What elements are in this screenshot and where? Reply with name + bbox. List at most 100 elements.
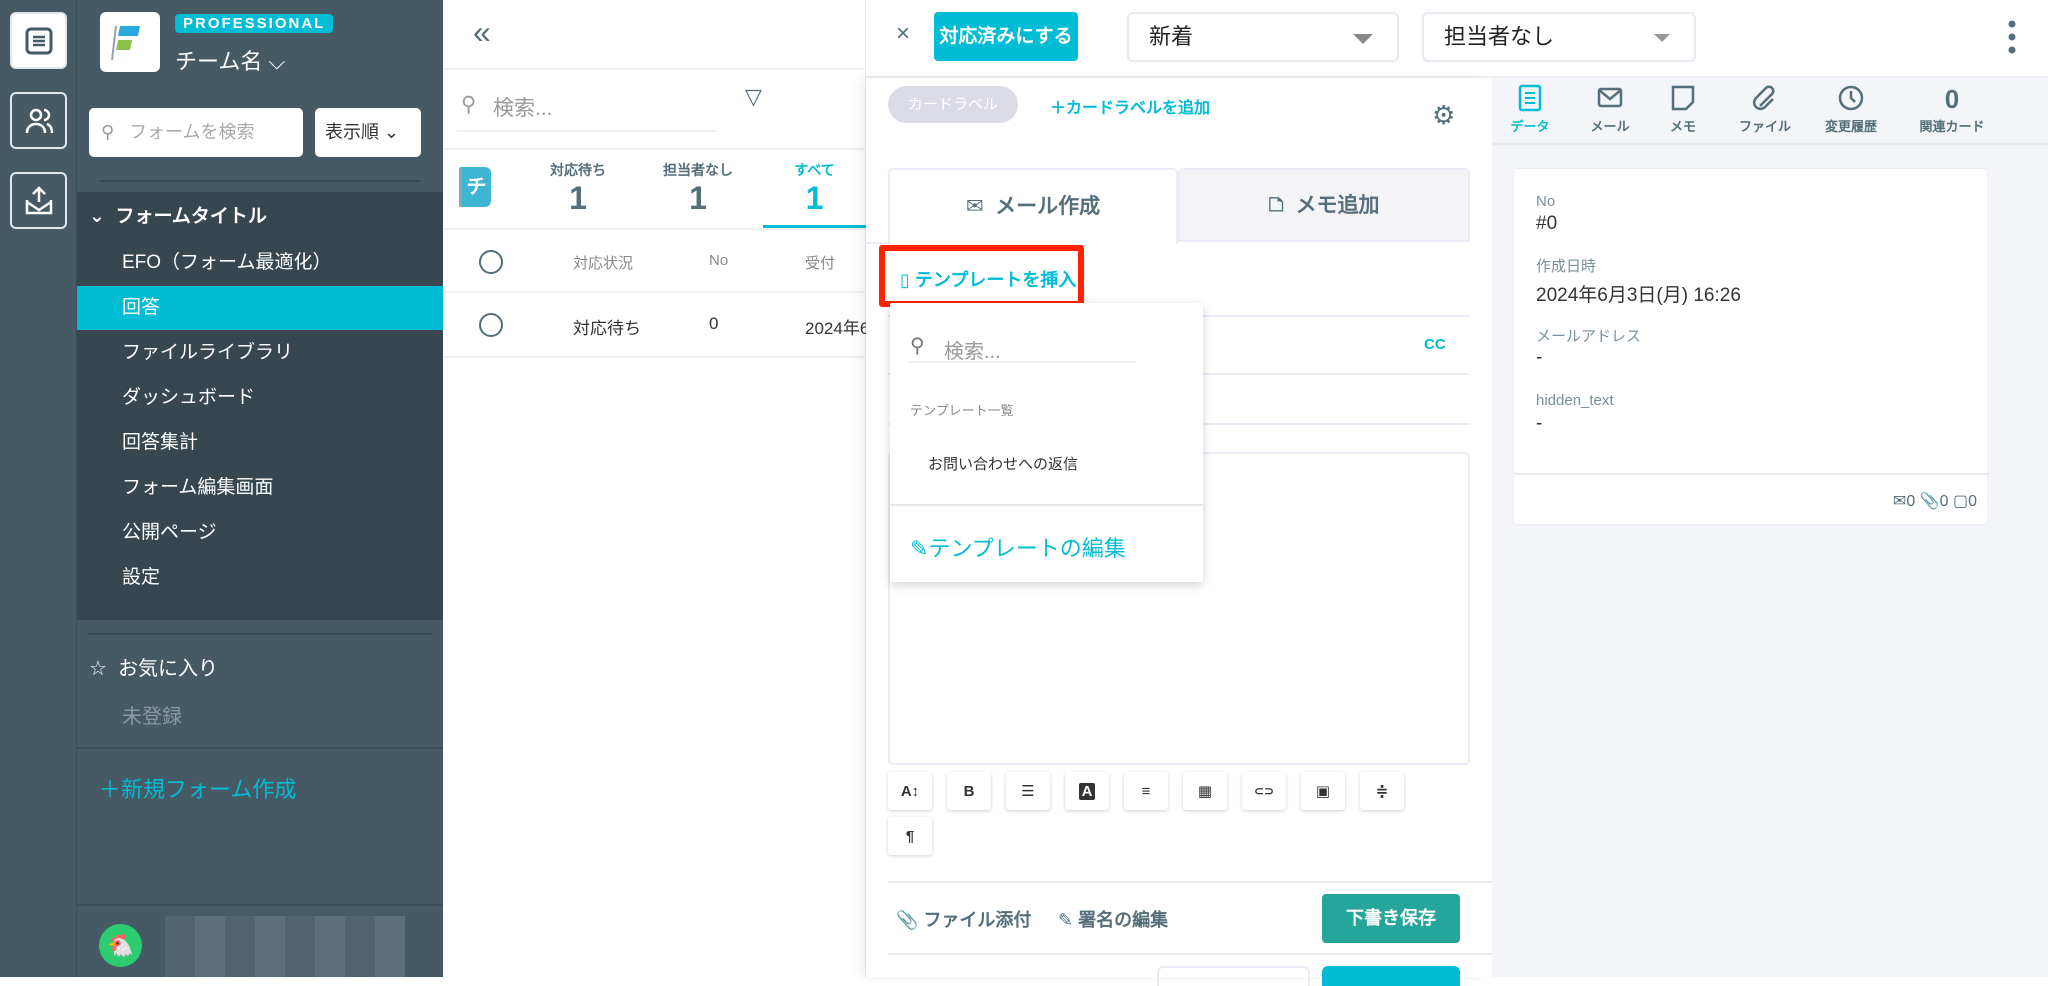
template-section-label: テンプレート一覧	[910, 403, 1014, 418]
tab-memo[interactable]: メモ	[1638, 84, 1728, 135]
avatar[interactable]: 🐔	[99, 924, 142, 967]
tab-unassigned[interactable]: 担当者なし 1	[653, 160, 743, 217]
card-counts: ✉0 📎0 ▢0	[1893, 491, 1977, 511]
close-icon[interactable]: ×	[896, 20, 910, 48]
search-icon: ⚲	[910, 335, 925, 357]
insert-template-label: テンプレートを挿入	[914, 270, 1077, 290]
line-height-button[interactable]: ≑	[1360, 772, 1404, 810]
sidebar-item-dashboard[interactable]: ダッシュボード	[77, 376, 443, 420]
filter-icon[interactable]: ▽	[745, 84, 762, 110]
tab-label: すべて	[794, 162, 835, 178]
select-all-checkbox[interactable]	[479, 250, 503, 274]
paragraph-button[interactable]: ¶	[888, 817, 932, 855]
sidebar-item-form-editor[interactable]: フォーム編集画面	[77, 466, 443, 510]
export-icon[interactable]	[10, 172, 67, 229]
tab-label: 担当者なし	[663, 162, 733, 178]
column-status[interactable]: 対応状況	[573, 252, 633, 273]
mail-icon: ✉	[965, 195, 984, 218]
assignee-select[interactable]: 担当者なし	[1422, 12, 1696, 62]
divider	[443, 68, 866, 70]
flag-icon: チ	[459, 167, 491, 207]
divider	[890, 504, 1203, 506]
tab-file[interactable]: ファイル	[1720, 84, 1810, 135]
search-placeholder: 検索...	[493, 97, 553, 120]
edit-signature-button[interactable]: ✎ 署名の編集	[1058, 906, 1168, 932]
sidebar-item-summary[interactable]: 回答集計	[77, 421, 443, 465]
field-label: 作成日時	[1536, 258, 1597, 275]
search-icon: ⚲	[461, 93, 477, 116]
users-icon[interactable]	[10, 92, 67, 149]
sidebar-item-efo[interactable]: EFO（フォーム最適化）	[77, 241, 443, 285]
tab-add-memo[interactable]: 🗅 メモ追加	[1178, 168, 1470, 242]
gear-icon[interactable]: ⚙	[1432, 102, 1455, 128]
align-button[interactable]: ≡	[1124, 772, 1168, 810]
cc-toggle[interactable]: CC	[1424, 336, 1446, 353]
template-search-input[interactable]: ⚲ 検索...	[908, 335, 1136, 363]
link-button[interactable]: ⊂⊃	[1242, 772, 1286, 810]
sort-select[interactable]: 表示順 ⌄	[315, 108, 421, 157]
text-color-button[interactable]: A	[1065, 772, 1109, 810]
assignee-value: 担当者なし	[1444, 24, 1555, 49]
tab-label: ファイル	[1738, 119, 1791, 134]
chevron-down-icon: ⌄	[89, 206, 105, 227]
bold-button[interactable]: B	[947, 772, 991, 810]
row-checkbox[interactable]	[479, 313, 503, 337]
tab-history[interactable]: 変更履歴	[1806, 84, 1896, 135]
form-title-toggle[interactable]: ⌄ フォームタイトル	[77, 195, 443, 239]
new-form-label: 新規フォーム作成	[121, 777, 297, 802]
sidebar-item-settings[interactable]: 設定	[77, 556, 443, 600]
tab-label: 関連カード	[1919, 119, 1985, 134]
tab-count: 1	[569, 180, 587, 216]
insert-template-button[interactable]: ▯ テンプレートを挿入	[900, 266, 1076, 292]
resolve-button[interactable]: 対応済みにする	[934, 12, 1078, 61]
status-select[interactable]: 新着	[1127, 12, 1399, 62]
file-count: 0	[1939, 493, 1949, 510]
column-no[interactable]: No	[709, 252, 728, 269]
status-value: 新着	[1149, 24, 1194, 49]
collapse-icon[interactable]: «	[473, 14, 491, 51]
tab-data[interactable]: データ	[1485, 84, 1575, 135]
attach-file-button[interactable]: 📎 ファイル添付	[896, 906, 1031, 932]
tab-label: 変更履歴	[1824, 119, 1877, 134]
divider	[866, 242, 888, 244]
tab-waiting[interactable]: 対応待ち 1	[533, 160, 623, 217]
tab-all[interactable]: すべて 1	[763, 160, 866, 228]
clipboard-icon: ▯	[900, 270, 910, 290]
save-draft-button[interactable]: 下書き保存	[1322, 894, 1460, 943]
search-placeholder: フォームを検索	[129, 122, 255, 142]
chevron-down-icon: ⌵	[268, 49, 286, 74]
divider	[77, 747, 443, 749]
sidebar-item-public-page[interactable]: 公開ページ	[77, 511, 443, 555]
favorites-empty: 未登録	[122, 706, 182, 728]
field-label: No	[1536, 193, 1556, 210]
divider	[100, 180, 420, 182]
field-value: -	[1536, 347, 1543, 368]
more-menu-icon[interactable]	[2008, 20, 2016, 59]
add-card-label-button[interactable]: ＋カードラベルを追加	[1050, 94, 1210, 118]
star-icon: ☆	[89, 658, 107, 680]
tab-compose-mail[interactable]: ✉ メール作成	[888, 168, 1178, 244]
tab-related-cards[interactable]: 0 関連カード	[1907, 84, 1997, 135]
card-label-chip[interactable]: カードラベル	[888, 86, 1018, 123]
sidebar-item-responses[interactable]: 回答	[77, 286, 443, 330]
team-switcher[interactable]: チーム名 ⌵	[175, 44, 285, 76]
column-received[interactable]: 受付	[805, 252, 835, 273]
font-size-button[interactable]: A↕	[888, 772, 932, 810]
compose-panel: カードラベル ＋カードラベルを追加 ⚙ ✉ メール作成 🗅 メモ追加 ▯ テンプ…	[866, 78, 1492, 986]
secondary-button[interactable]	[1157, 966, 1310, 986]
tab-count: 1	[805, 180, 824, 216]
forms-icon[interactable]	[10, 12, 67, 69]
send-button[interactable]	[1322, 966, 1460, 986]
edit-template-link[interactable]: ✎テンプレートの編集	[910, 531, 1126, 563]
divider	[1514, 473, 1989, 475]
new-form-button[interactable]: ＋新規フォーム作成	[99, 772, 296, 804]
image-button[interactable]: ▣	[1301, 772, 1345, 810]
table-button[interactable]: ▦	[1183, 772, 1227, 810]
list-button[interactable]: ☰	[1006, 772, 1050, 810]
template-item[interactable]: お問い合わせへの返信	[928, 453, 1078, 474]
form-search-input[interactable]: ⚲ フォームを検索	[89, 108, 303, 157]
sidebar-item-file-library[interactable]: ファイルライブラリ	[77, 331, 443, 375]
plus-icon: ＋	[99, 777, 122, 802]
list-search-input[interactable]: ⚲ 検索...	[457, 92, 717, 132]
table-row[interactable]: 対応待ち 0 2024年6	[443, 293, 866, 358]
